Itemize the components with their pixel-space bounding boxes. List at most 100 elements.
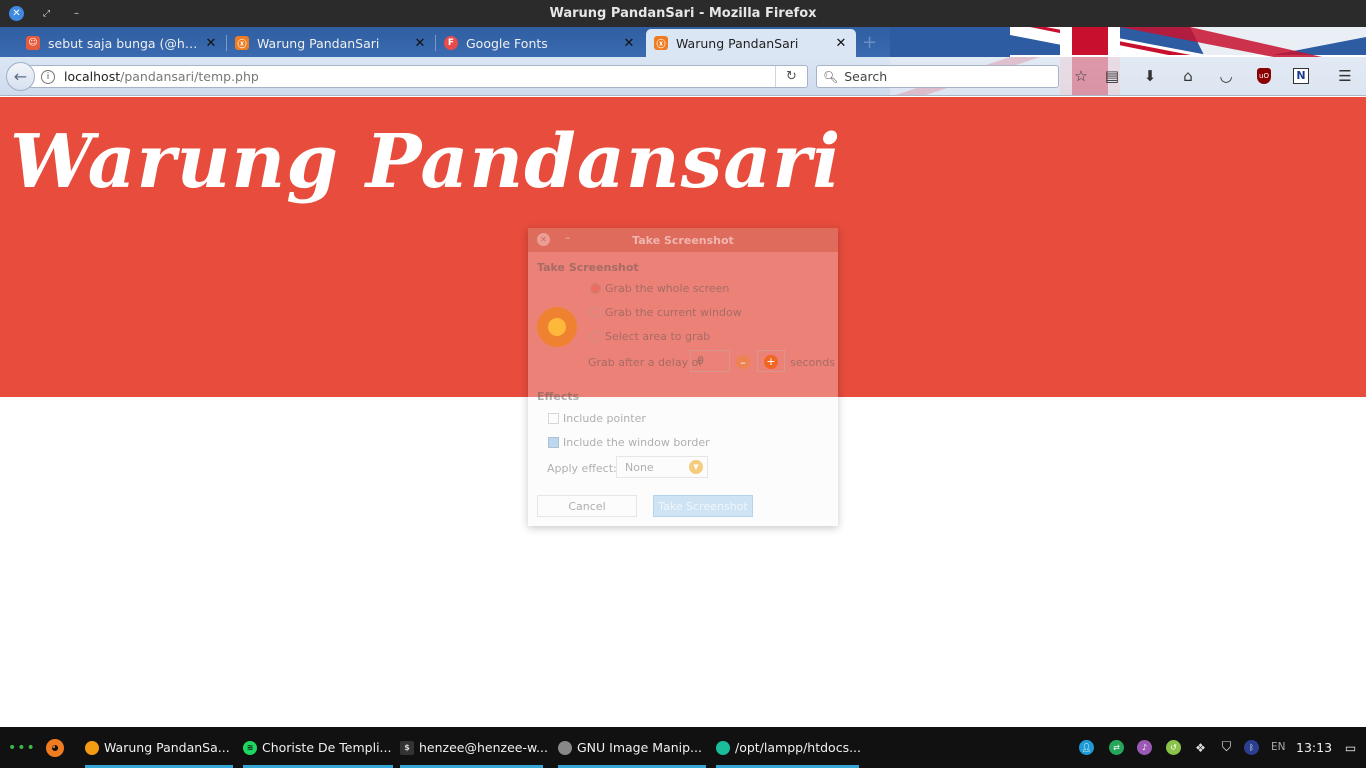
taskbar-item-label: Warung PandanSa... bbox=[104, 740, 230, 755]
url-path: /pandansari/temp.php bbox=[120, 69, 259, 84]
take-screenshot-button[interactable]: Take Screenshot bbox=[653, 495, 753, 517]
spotify-icon: ≋ bbox=[243, 740, 257, 755]
network-tray-icon[interactable]: ⇄ bbox=[1109, 740, 1124, 755]
search-icon: 🔍︎ bbox=[823, 69, 839, 84]
reading-list-icon[interactable]: ▤ bbox=[1101, 66, 1123, 86]
tab-google-fonts[interactable]: F Google Fonts ✕ bbox=[436, 29, 644, 57]
menu-hamburger-icon[interactable]: ☰ bbox=[1334, 66, 1356, 86]
plus-icon: + bbox=[764, 355, 778, 369]
tab-warung-pandansari[interactable]: ⓧ Warung PandanSari ✕ bbox=[227, 29, 435, 57]
delay-unit: seconds bbox=[790, 356, 835, 369]
gimp-icon bbox=[558, 740, 572, 755]
back-button[interactable]: ← bbox=[6, 62, 35, 91]
launcher-firefox[interactable]: ◕ bbox=[46, 727, 64, 768]
shield-tray-icon[interactable]: ⛉ bbox=[1219, 740, 1234, 755]
fox-icon: ☺ bbox=[26, 36, 40, 50]
taskbar-item-label: henzee@henzee-w... bbox=[419, 740, 548, 755]
dialog-titlebar: ✕ – Take Screenshot bbox=[528, 228, 838, 252]
window-title: Warung PandanSari - Mozilla Firefox bbox=[549, 6, 817, 21]
screenshot-app-icon bbox=[537, 307, 577, 347]
tab-strip: ☺ sebut saja bunga (@holly… ✕ ⓧ Warung P… bbox=[0, 27, 1366, 57]
terminal-icon: $ bbox=[400, 740, 414, 755]
home-icon[interactable]: ⌂ bbox=[1177, 66, 1199, 86]
apps-menu-button[interactable]: ••• bbox=[8, 727, 36, 768]
close-tab-icon[interactable]: ✕ bbox=[413, 36, 427, 51]
option-label: Select area to grab bbox=[605, 330, 711, 343]
radio-icon bbox=[590, 307, 601, 318]
tab-label: sebut saja bunga (@holly… bbox=[48, 35, 198, 51]
extension-n-icon[interactable]: N bbox=[1290, 66, 1312, 86]
taskbar-item-files[interactable]: /opt/lampp/htdocs... bbox=[716, 727, 864, 768]
radio-icon bbox=[590, 283, 601, 294]
pocket-icon[interactable]: ◡ bbox=[1215, 66, 1237, 86]
option-select-area[interactable]: Select area to grab bbox=[590, 330, 710, 343]
bookmark-star-icon[interactable]: ☆ bbox=[1070, 66, 1092, 86]
ublock-icon[interactable]: uO bbox=[1253, 66, 1275, 86]
taskbar-item-label: /opt/lampp/htdocs... bbox=[735, 740, 862, 755]
increment-button[interactable]: + bbox=[757, 350, 785, 372]
search-input[interactable] bbox=[844, 69, 1045, 84]
new-tab-button[interactable]: + bbox=[862, 32, 877, 53]
site-title: Warung Pandansari bbox=[10, 119, 842, 205]
dialog-title: Take Screenshot bbox=[632, 234, 734, 247]
taskbar-item-terminal[interactable]: $ henzee@henzee-w... bbox=[400, 727, 548, 768]
taskbar-item-label: GNU Image Manip... bbox=[577, 740, 702, 755]
download-icon[interactable]: ⬇ bbox=[1139, 66, 1161, 86]
checkbox-icon bbox=[548, 413, 559, 424]
taskbar-item-gimp[interactable]: GNU Image Manip... bbox=[558, 727, 706, 768]
checkbox-checked-icon bbox=[548, 437, 559, 448]
select-value: None bbox=[625, 461, 654, 474]
radio-icon bbox=[590, 331, 601, 342]
fox-icon: ◕ bbox=[46, 738, 64, 757]
checkbox-label: Include the window border bbox=[563, 436, 710, 449]
navigation-toolbar: ← i localhost/pandansari/temp.php ↻ 🔍︎ ☆… bbox=[0, 57, 1366, 96]
option-label: Grab the whole screen bbox=[605, 282, 730, 295]
xampp-icon: ⓧ bbox=[654, 36, 668, 50]
checkbox-label: Include pointer bbox=[563, 412, 646, 425]
music-tray-icon[interactable]: ♪ bbox=[1137, 740, 1152, 755]
tab-sebut-saja-bunga[interactable]: ☺ sebut saja bunga (@holly… ✕ bbox=[18, 29, 226, 57]
include-pointer-checkbox[interactable]: Include pointer bbox=[548, 412, 646, 425]
arrow-left-icon: ← bbox=[13, 67, 28, 86]
option-whole-screen[interactable]: Grab the whole screen bbox=[590, 282, 729, 295]
delay-label: Grab after a delay of bbox=[588, 356, 703, 369]
chevron-down-icon: ▼ bbox=[689, 460, 703, 474]
cancel-button[interactable]: Cancel bbox=[537, 495, 637, 517]
reload-icon[interactable]: ↻ bbox=[775, 66, 807, 87]
window-titlebar: ✕ ⤢ – Warung PandanSari - Mozilla Firefo… bbox=[0, 0, 1366, 27]
update-tray-icon[interactable]: ↺ bbox=[1166, 740, 1181, 755]
google-fonts-icon: F bbox=[444, 36, 458, 50]
dots-icon: ••• bbox=[8, 739, 36, 756]
folder-icon bbox=[716, 740, 730, 755]
apply-effect-select[interactable]: None ▼ bbox=[616, 456, 708, 478]
decrement-icon[interactable]: – bbox=[736, 355, 750, 369]
close-tab-icon[interactable]: ✕ bbox=[622, 36, 636, 51]
tab-label: Google Fonts bbox=[466, 35, 548, 51]
notifications-icon[interactable]: ▭ bbox=[1343, 740, 1358, 755]
delay-input[interactable]: 0 bbox=[690, 350, 730, 372]
uk-flag-theme-background bbox=[890, 27, 1366, 57]
taskbar-item-firefox[interactable]: Warung PandanSa... bbox=[85, 727, 233, 768]
section-effects: Effects bbox=[537, 390, 580, 403]
firefox-icon bbox=[85, 740, 99, 755]
clock[interactable]: 13:13 bbox=[1296, 740, 1332, 755]
take-screenshot-dialog: ✕ – Take Screenshot Take Screenshot Grab… bbox=[528, 228, 838, 526]
taskbar-item-spotify[interactable]: ≋ Choriste De Templi... bbox=[243, 727, 393, 768]
info-icon[interactable]: i bbox=[41, 69, 55, 84]
search-bar[interactable]: 🔍︎ bbox=[816, 65, 1059, 88]
keyboard-language[interactable]: EN bbox=[1271, 741, 1286, 753]
dropbox-tray-icon[interactable]: ❖ bbox=[1193, 740, 1208, 755]
url-bar[interactable]: i localhost/pandansari/temp.php ↻ bbox=[30, 65, 808, 88]
option-label: Grab the current window bbox=[605, 306, 742, 319]
taskbar-item-label: Choriste De Templi... bbox=[262, 740, 392, 755]
tab-warung-pandansari-active[interactable]: ⓧ Warung PandanSari ✕ bbox=[646, 29, 856, 57]
section-take-screenshot: Take Screenshot bbox=[537, 261, 639, 274]
bluetooth-tray-icon[interactable]: ᛒ bbox=[1244, 740, 1259, 755]
tab-label: Warung PandanSari bbox=[257, 35, 380, 51]
close-tab-icon[interactable]: ✕ bbox=[834, 36, 848, 51]
close-tab-icon[interactable]: ✕ bbox=[204, 36, 218, 51]
include-border-checkbox[interactable]: Include the window border bbox=[548, 436, 710, 449]
option-current-window[interactable]: Grab the current window bbox=[590, 306, 742, 319]
apply-effect-label: Apply effect: bbox=[547, 462, 617, 475]
user-tray-icon[interactable]: 👤︎ bbox=[1079, 740, 1094, 755]
